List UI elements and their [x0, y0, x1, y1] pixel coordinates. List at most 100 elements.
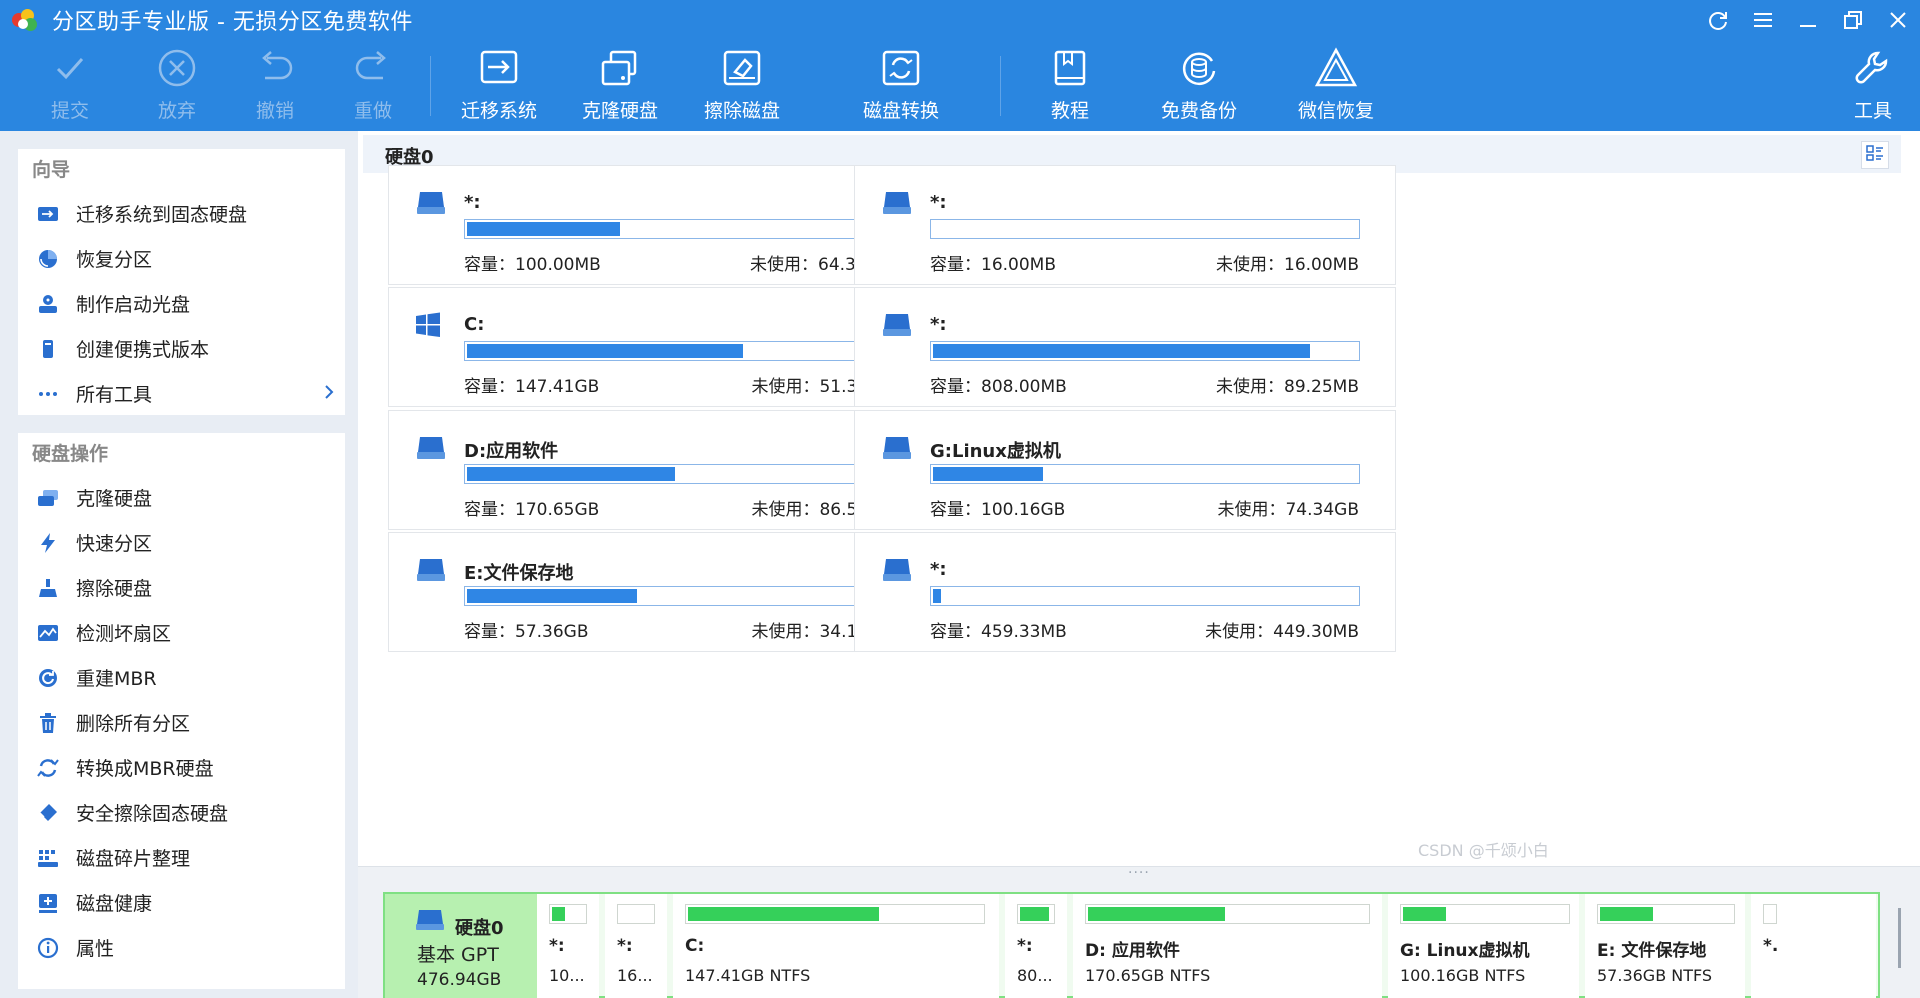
- redo-icon: [353, 40, 393, 96]
- segment-size: 147.41GB NTFS: [685, 966, 811, 985]
- disk-map-segment[interactable]: E: 文件保存地 57.36GB NTFS: [1585, 894, 1745, 998]
- scrollbar[interactable]: [1898, 908, 1901, 968]
- migrate-os-button[interactable]: 迁移系统: [444, 40, 554, 131]
- segment-size: 10...: [549, 966, 585, 985]
- usage-fill: [933, 344, 1311, 358]
- sidebar-item-delete-all[interactable]: 删除所有分区: [18, 700, 345, 745]
- partition-card[interactable]: *: 容量：808.00MB 未使用：89.25MB: [854, 287, 1396, 407]
- splitter[interactable]: ····: [358, 866, 1920, 880]
- disk-info[interactable]: 硬盘0 基本 GPT 476.94GB: [385, 894, 537, 998]
- sidebar-item-secure-erase[interactable]: 安全擦除固态硬盘: [18, 790, 345, 835]
- usage-fill: [933, 589, 942, 603]
- disk-ops-panel-title: 硬盘操作: [32, 443, 109, 465]
- wechat-recovery-button[interactable]: 微信恢复: [1281, 40, 1391, 131]
- partition-card[interactable]: *:容量：100.00MB未使用：64.31MB: [388, 165, 930, 285]
- info-icon: [36, 936, 60, 960]
- partition-card[interactable]: D:应用软件容量：170.65GB未使用：86.59GBi: [388, 410, 930, 530]
- sidebar-item-clone-disk[interactable]: 克隆硬盘: [18, 475, 345, 520]
- drive-icon: [415, 908, 445, 936]
- segment-usage-bar: [1400, 904, 1570, 924]
- layout-toggle-button[interactable]: [1861, 141, 1889, 169]
- drive-icon: [881, 557, 913, 587]
- disk-map-segment[interactable]: *: 80...: [1005, 894, 1067, 998]
- commit-button[interactable]: 提交: [15, 40, 125, 131]
- partition-card[interactable]: *: 容量：16.00MB 未使用：16.00MB: [854, 165, 1396, 285]
- segment-usage-bar: [1085, 904, 1370, 924]
- usage-bar: [464, 586, 894, 606]
- segment-name: *.: [1763, 936, 1779, 956]
- partition-card[interactable]: *: 容量：459.33MB 未使用：449.30MB: [854, 532, 1396, 652]
- segment-size: 100.16GB NTFS: [1400, 966, 1526, 985]
- usage-bar: [464, 219, 894, 239]
- sidebar-item-recover-partition[interactable]: 恢复分区: [18, 236, 345, 281]
- tutorial-button[interactable]: 教程: [1015, 40, 1125, 131]
- sidebar-item-migrate-ssd[interactable]: 迁移系统到固态硬盘: [18, 191, 345, 236]
- segment-name: *:: [1017, 936, 1033, 956]
- usage-bar: [464, 341, 894, 361]
- free-backup-button[interactable]: 免费备份: [1144, 40, 1254, 131]
- sidebar-item-quick-partition[interactable]: 快速分区: [18, 520, 345, 565]
- disk-map-name: 硬盘0: [455, 918, 504, 939]
- segment-size: 80...: [1017, 966, 1053, 985]
- recovery-logo-icon: [1313, 40, 1359, 96]
- sidebar-item-portable[interactable]: 创建便携式版本: [18, 326, 345, 371]
- partition-capacity: 容量：147.41GB: [464, 377, 600, 397]
- disk-map-segment[interactable]: C: 147.41GB NTFS: [673, 894, 999, 998]
- wipe-disk-icon: [721, 40, 763, 96]
- sidebar-item-all-tools[interactable]: 所有工具: [18, 371, 345, 416]
- segment-size: 57.36GB NTFS: [1597, 966, 1713, 985]
- sidebar-item-properties[interactable]: 属性: [18, 925, 345, 970]
- partition-name: E:文件保存地: [464, 563, 574, 584]
- disk-row[interactable]: 硬盘0 基本 GPT 476.94GB *: 10... *: 16... C: 147.…: [383, 892, 1880, 998]
- usage-bar: [930, 219, 1360, 239]
- minimize-icon[interactable]: [1785, 0, 1830, 40]
- disk-map-segment[interactable]: *.: [1751, 894, 1876, 998]
- menu-icon[interactable]: [1740, 0, 1785, 40]
- partition-card[interactable]: C:容量：147.41GB未使用：51.36GB: [388, 287, 930, 407]
- segment-name: *:: [617, 936, 633, 956]
- window-title: 分区助手专业版 - 无损分区免费软件: [52, 10, 413, 35]
- sidebar-item-boot-disc[interactable]: 制作启动光盘: [18, 281, 345, 326]
- migrate-ssd-icon: [36, 202, 60, 226]
- redo-button[interactable]: 重做: [318, 40, 428, 131]
- segment-usage-fill: [1088, 907, 1225, 921]
- partition-card[interactable]: E:文件保存地容量：57.36GB未使用：34.15GB: [388, 532, 930, 652]
- sidebar-item-convert-mbr[interactable]: 转换成MBR硬盘: [18, 745, 345, 790]
- wipe-disk-button[interactable]: 擦除磁盘: [687, 40, 797, 131]
- partition-name: *:: [930, 314, 947, 335]
- partition-capacity: 容量：16.00MB: [930, 255, 1056, 275]
- rebuild-mbr-icon: [36, 666, 60, 690]
- tools-button[interactable]: 工具: [1818, 40, 1920, 131]
- sidebar-item-wipe-disk[interactable]: 擦除硬盘: [18, 565, 345, 610]
- disk-convert-button[interactable]: 磁盘转换: [846, 40, 956, 131]
- refresh-icon[interactable]: [1695, 0, 1740, 40]
- close-icon[interactable]: [1875, 0, 1920, 40]
- disk-map-type: 基本 GPT: [417, 944, 499, 966]
- undo-button[interactable]: 撤销: [220, 40, 330, 131]
- sidebar-item-bad-sector[interactable]: 检测坏扇区: [18, 610, 345, 655]
- disk-map-segment[interactable]: D: 应用软件 170.65GB NTFS: [1073, 894, 1382, 998]
- book-icon: [1050, 40, 1090, 96]
- partition-card[interactable]: G:Linux虚拟机 容量：100.16GB 未使用：74.34GB: [854, 410, 1396, 530]
- partition-capacity: 容量：100.16GB: [930, 500, 1066, 520]
- disk-map-segment[interactable]: G: Linux虚拟机 100.16GB NTFS: [1388, 894, 1579, 998]
- app-header: 分区助手专业版 - 无损分区免费软件 提交 放弃 撤销 重做 迁移系统 克隆硬盘…: [0, 0, 1920, 131]
- segment-name: *:: [549, 936, 565, 956]
- segment-usage-fill: [552, 907, 565, 921]
- defrag-icon: [36, 846, 60, 870]
- discard-button[interactable]: 放弃: [122, 40, 232, 131]
- restore-icon[interactable]: [1830, 0, 1875, 40]
- usage-bar: [930, 586, 1360, 606]
- sidebar-item-rebuild-mbr[interactable]: 重建MBR: [18, 655, 345, 700]
- disk-map-segment[interactable]: *: 16...: [605, 894, 667, 998]
- segment-usage-fill: [1600, 907, 1653, 921]
- usage-fill: [933, 467, 1044, 481]
- partition-capacity: 容量：170.65GB: [464, 500, 600, 520]
- disk-map-segment[interactable]: *: 10...: [537, 894, 599, 998]
- partition-name: *:: [930, 559, 947, 580]
- sidebar-item-defrag[interactable]: 磁盘碎片整理: [18, 835, 345, 880]
- segment-size: 170.65GB NTFS: [1085, 966, 1211, 985]
- eraser-icon: [36, 801, 60, 825]
- sidebar-item-disk-health[interactable]: 磁盘健康: [18, 880, 345, 925]
- clone-disk-button[interactable]: 克隆硬盘: [565, 40, 675, 131]
